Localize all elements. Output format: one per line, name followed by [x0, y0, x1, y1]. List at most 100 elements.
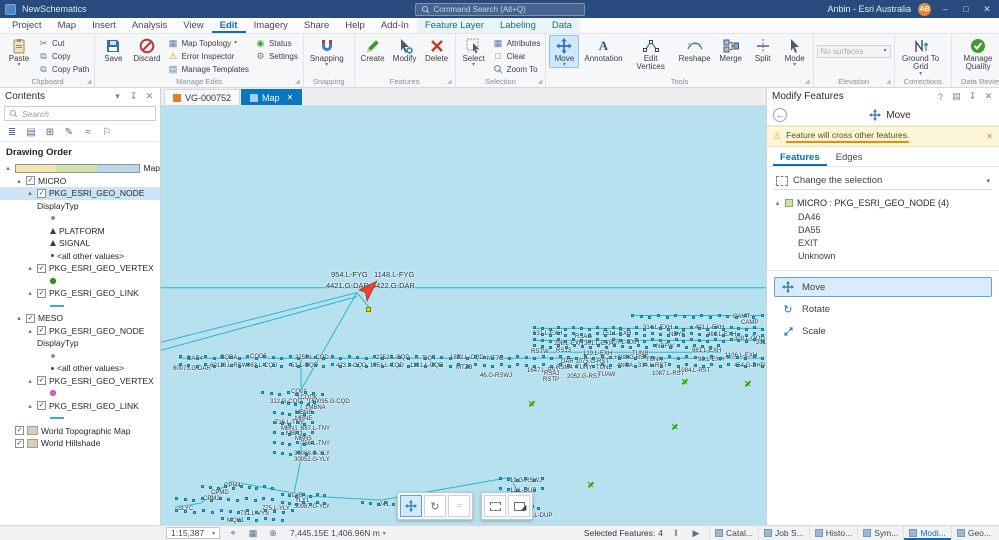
- chevron-down-icon[interactable]: ▾: [112, 91, 123, 102]
- annotation-button[interactable]: A Annotation: [581, 35, 625, 63]
- no-surfaces-dropdown[interactable]: No surfaces ▾: [816, 45, 891, 58]
- auto-hide-pin-icon[interactable]: ↧: [967, 91, 978, 102]
- layer-visibility-checkbox[interactable]: ✓: [37, 401, 46, 411]
- ribbon-tab-edit[interactable]: Edit: [212, 18, 246, 33]
- maximize-button[interactable]: □: [959, 4, 973, 14]
- trace-tool-button[interactable]: ≈: [448, 495, 470, 517]
- paste-button[interactable]: Paste ▾: [4, 35, 34, 68]
- cut-button[interactable]: ✂ Cut: [36, 37, 91, 49]
- dialog-launcher-icon[interactable]: ◢: [447, 78, 452, 85]
- layer-row[interactable]: ▴ Map: [0, 162, 160, 175]
- rotate-tool-button[interactable]: ↻: [424, 495, 446, 517]
- dialog-launcher-icon[interactable]: ◢: [538, 78, 543, 85]
- snapping-button[interactable]: Snapping ▾: [307, 35, 347, 68]
- map-view[interactable]: 954.L-FYG 1148.L-FYG 4421.G-DAR 4422.G-DAR C…: [161, 106, 766, 525]
- minimize-button[interactable]: –: [938, 4, 952, 14]
- ground-to-grid-button[interactable]: Ground To Grid ▾: [898, 35, 944, 77]
- contents-search-input[interactable]: Search: [4, 106, 156, 121]
- coordinate-display[interactable]: 7,445.15E 1,406.96N m ▾: [290, 528, 386, 538]
- map-topology-dropdown[interactable]: ▦ Map Topology ▾: [165, 37, 250, 49]
- layer-row[interactable]: [0, 275, 160, 288]
- expander-icon[interactable]: ▴: [26, 264, 34, 272]
- layer-row[interactable]: ▴ ✓ PKG_ESRI_GEO_LINK: [0, 287, 160, 300]
- layer-row[interactable]: PLATFORM: [0, 225, 160, 238]
- dock-tab-catal[interactable]: Catal...: [709, 526, 758, 540]
- error-inspector-button[interactable]: ⚠ Error Inspector: [165, 50, 250, 62]
- layer-visibility-checkbox[interactable]: ✓: [26, 313, 35, 323]
- ribbon-tab-imagery[interactable]: Imagery: [246, 18, 296, 33]
- add-data-icon[interactable]: ⊕: [266, 527, 280, 540]
- copy-button[interactable]: ⧉ Copy: [36, 50, 91, 62]
- expander-icon[interactable]: ▴: [15, 177, 23, 185]
- layer-row[interactable]: ▴ ✓ PKG_ESRI_GEO_VERTEX: [0, 262, 160, 275]
- auto-hide-pin-icon[interactable]: ↧: [128, 91, 139, 102]
- layer-row[interactable]: ✓ World Topographic Map: [0, 425, 160, 438]
- ribbon-tab-insert[interactable]: Insert: [84, 18, 124, 33]
- manage-quality-button[interactable]: Manage Quality: [955, 35, 999, 72]
- layer-row[interactable]: ▴ ✓ MICRO: [0, 175, 160, 188]
- layer-row[interactable]: [0, 387, 160, 400]
- account-name[interactable]: Anbin - Esri Australia: [827, 4, 911, 14]
- mode-button[interactable]: Mode ▾: [780, 35, 810, 68]
- menu-icon[interactable]: ▤: [951, 91, 962, 102]
- zoom-to-button[interactable]: Zoom To: [491, 63, 543, 75]
- dock-tab-job-s[interactable]: Job S...: [757, 526, 809, 540]
- dialog-launcher-icon[interactable]: ◢: [295, 78, 300, 85]
- ribbon-tab-help[interactable]: Help: [337, 18, 373, 33]
- move-selection-tool-button[interactable]: [400, 495, 422, 517]
- layer-row[interactable]: <all other values>: [0, 362, 160, 375]
- layer-visibility-checkbox[interactable]: ✓: [37, 188, 46, 198]
- panel-tab-features[interactable]: Features: [773, 150, 827, 166]
- layer-row[interactable]: ▴ ✓ PKG_ESRI_GEO_NODE: [0, 325, 160, 338]
- ribbon-tab-project[interactable]: Project: [4, 18, 50, 33]
- feature-item[interactable]: EXIT: [774, 236, 992, 249]
- list-by-source-icon[interactable]: ▤: [23, 125, 39, 139]
- move-tool-button[interactable]: Move ▾: [549, 35, 580, 69]
- back-button[interactable]: ←: [773, 108, 787, 122]
- avatar[interactable]: AB: [918, 2, 931, 16]
- layer-row[interactable]: [0, 412, 160, 425]
- tool-scale[interactable]: Scale: [774, 322, 992, 341]
- dialog-launcher-icon[interactable]: ◢: [886, 78, 891, 85]
- modify-button[interactable]: Modify: [390, 35, 420, 63]
- feature-item[interactable]: DA46: [774, 210, 992, 223]
- dismiss-warning-icon[interactable]: ✕: [986, 132, 993, 141]
- doc-tab-map[interactable]: Map ✕: [241, 89, 303, 105]
- reshape-button[interactable]: Reshape: [676, 35, 714, 63]
- attributes-button[interactable]: ▦ Attributes: [491, 37, 543, 49]
- layer-visibility-checkbox[interactable]: ✓: [37, 376, 46, 386]
- panel-tab-edges[interactable]: Edges: [829, 150, 870, 166]
- layer-row[interactable]: <all other values>: [0, 250, 160, 263]
- list-by-editing-icon[interactable]: ✎: [61, 125, 77, 139]
- expander-icon[interactable]: ▴: [26, 289, 34, 297]
- move-to-tool-button[interactable]: [508, 495, 530, 517]
- ribbon-tab-data[interactable]: Data: [543, 18, 580, 33]
- create-button[interactable]: Create: [358, 35, 388, 63]
- delete-button[interactable]: Delete: [422, 35, 452, 63]
- help-icon[interactable]: ?: [935, 92, 946, 102]
- layer-visibility-checkbox[interactable]: ✓: [15, 438, 24, 448]
- layer-visibility-checkbox[interactable]: ✓: [37, 288, 46, 298]
- doc-tab-vg-000752[interactable]: VG-000752: [164, 89, 241, 105]
- save-button[interactable]: Save: [98, 35, 128, 63]
- settings-button[interactable]: ⚙ Settings: [253, 50, 300, 62]
- feature-group-row[interactable]: ▴ MICRO : PKG_ESRI_GEO_NODE (4): [774, 196, 992, 210]
- expander-icon[interactable]: ▴: [774, 199, 781, 207]
- feature-item[interactable]: DA55: [774, 223, 992, 236]
- dialog-launcher-icon[interactable]: ◢: [87, 78, 92, 85]
- select-button[interactable]: Select ▾: [459, 35, 489, 68]
- layer-visibility-checkbox[interactable]: ✓: [37, 326, 46, 336]
- close-tab-icon[interactable]: ✕: [287, 93, 294, 102]
- copy-path-button[interactable]: ⧉ Copy Path: [36, 63, 91, 75]
- close-panel-icon[interactable]: ✕: [144, 91, 155, 102]
- list-by-selection-icon[interactable]: ⊞: [42, 125, 58, 139]
- layer-visibility-checkbox[interactable]: ✓: [26, 176, 35, 186]
- expander-icon[interactable]: ▴: [26, 377, 34, 385]
- discard-button[interactable]: Discard: [130, 35, 163, 63]
- layer-row[interactable]: DisplayTyp: [0, 200, 160, 213]
- ribbon-tab-map[interactable]: Map: [50, 18, 84, 33]
- layer-row[interactable]: [0, 212, 160, 225]
- pause-drawing-icon[interactable]: ‖: [669, 527, 683, 540]
- edit-vertices-button[interactable]: Edit Vertices: [628, 35, 674, 72]
- close-panel-icon[interactable]: ✕: [983, 91, 994, 102]
